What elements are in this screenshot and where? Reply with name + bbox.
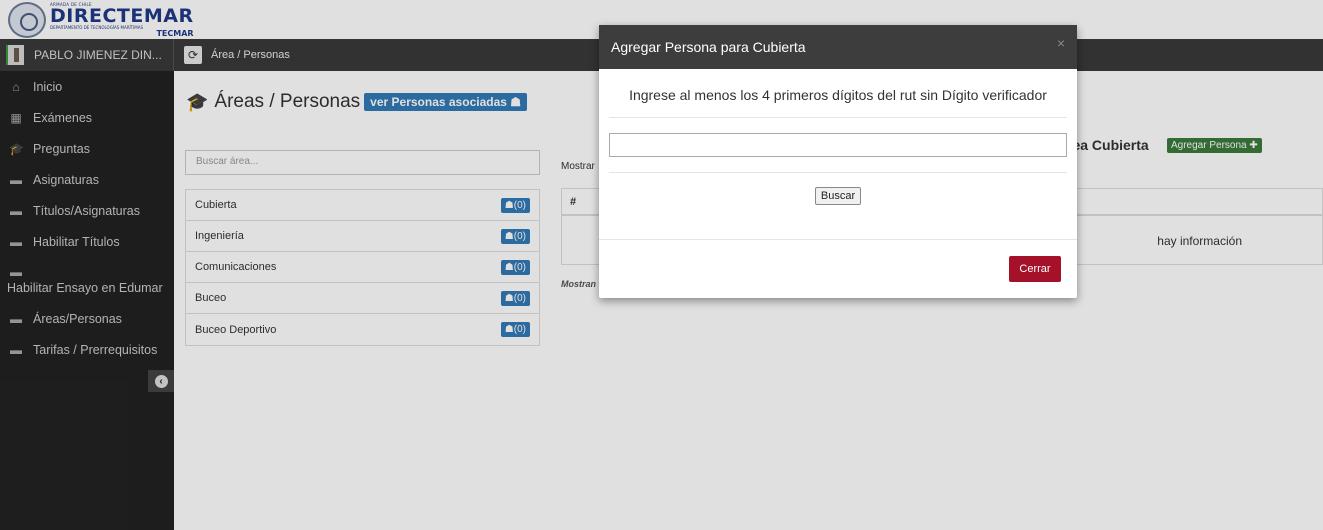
- modal-title: Agregar Persona para Cubierta: [611, 39, 806, 55]
- search-button-wrap: Buscar: [599, 187, 1077, 206]
- close-icon[interactable]: ×: [1057, 35, 1065, 51]
- close-button[interactable]: Cerrar: [1009, 256, 1061, 282]
- add-person-modal: Agregar Persona para Cubierta × Ingrese …: [599, 25, 1077, 298]
- modal-header: Agregar Persona para Cubierta ×: [599, 25, 1077, 69]
- modal-footer: Cerrar: [599, 239, 1077, 298]
- search-button[interactable]: Buscar: [814, 187, 862, 205]
- divider: [609, 172, 1067, 173]
- modal-instructions: Ingrese al menos los 4 primeros dígitos …: [609, 87, 1067, 118]
- rut-input[interactable]: [609, 133, 1067, 157]
